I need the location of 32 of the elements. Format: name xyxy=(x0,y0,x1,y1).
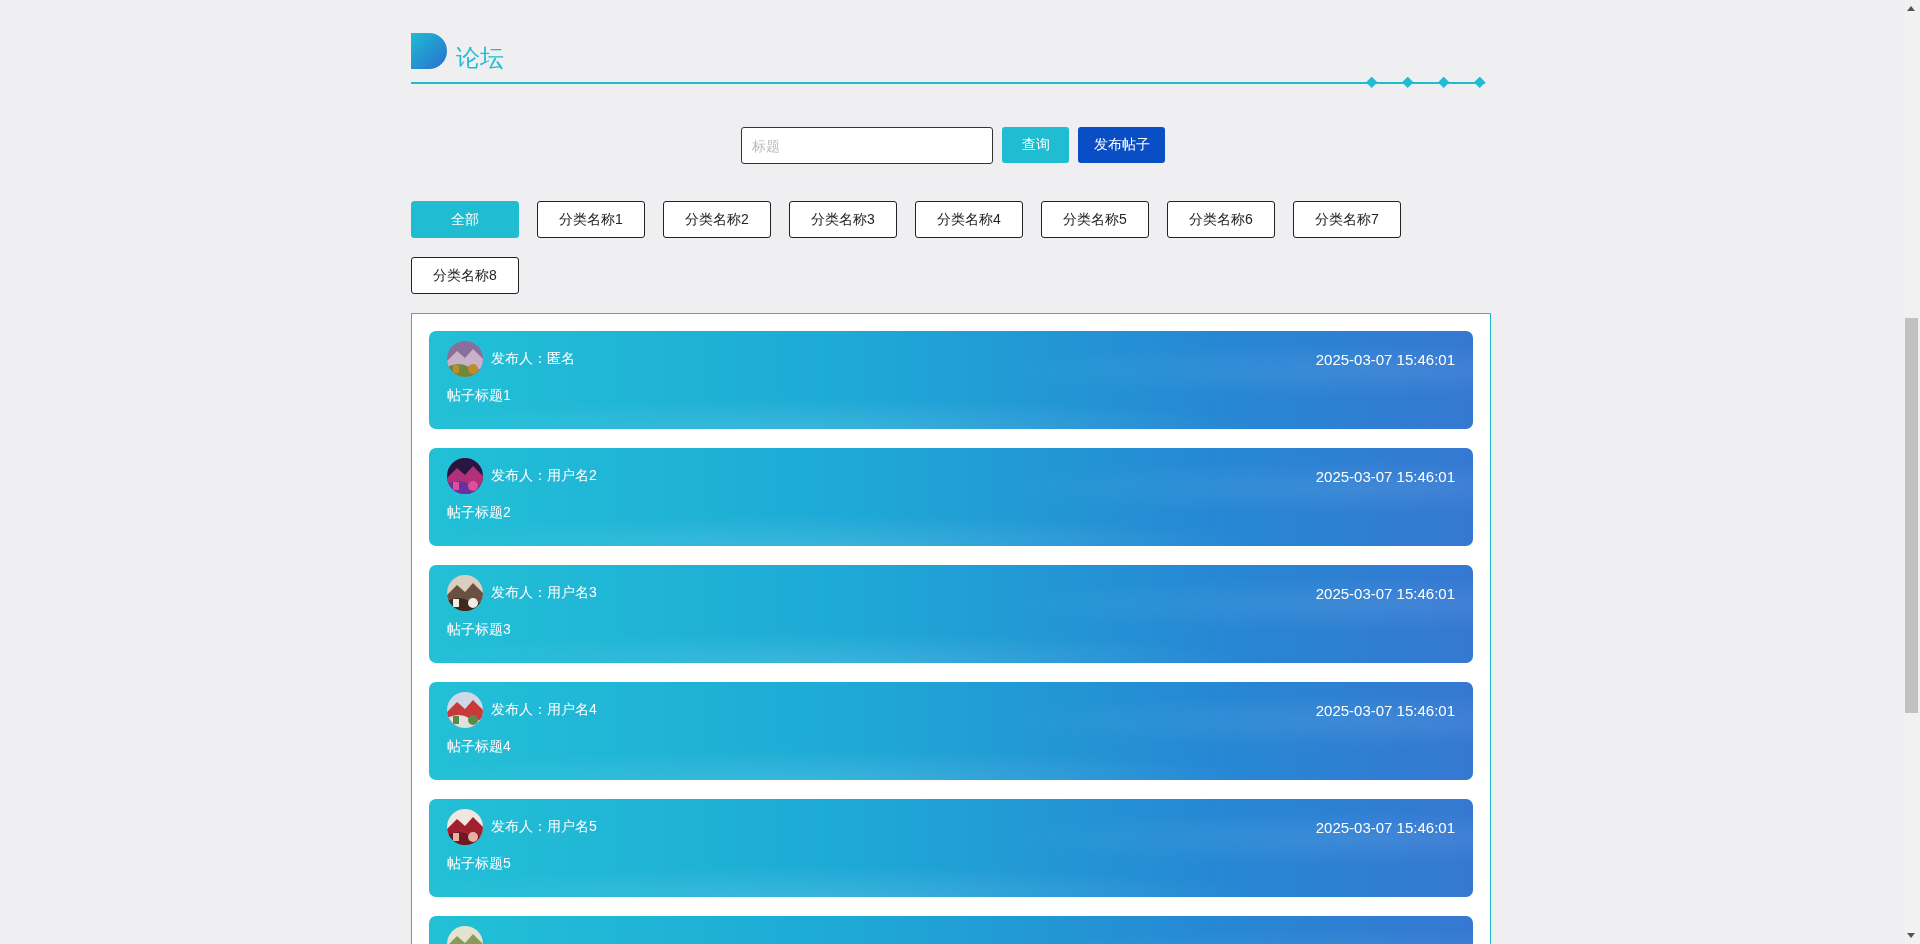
category-tab[interactable]: 分类名称4 xyxy=(915,201,1023,238)
post-time: 2025-03-07 15:46:01 xyxy=(1315,350,1455,368)
post-time: 2025-03-07 15:46:01 xyxy=(1315,701,1455,719)
post-time: 2025-03-07 15:46:01 xyxy=(1315,818,1455,836)
post-author: 发布人：匿名 xyxy=(491,350,575,368)
post-card[interactable]: 发布人：用户名5 2025-03-07 15:46:01 帖子标题5 xyxy=(429,799,1473,897)
post-author: 发布人：用户名3 xyxy=(491,584,597,602)
post-time: 2025-03-07 15:46:01 xyxy=(1315,467,1455,485)
logo-icon xyxy=(411,33,447,69)
post-title: 帖子标题2 xyxy=(447,504,512,522)
category-tab[interactable]: 分类名称2 xyxy=(663,201,771,238)
post-card[interactable]: 发布人：用户名3 2025-03-07 15:46:01 帖子标题3 xyxy=(429,565,1473,663)
post-card[interactable]: 发布人：用户名2 2025-03-07 15:46:01 帖子标题2 xyxy=(429,448,1473,546)
category-tab[interactable]: 分类名称3 xyxy=(789,201,897,238)
post-card[interactable]: 发布人：用户名4 2025-03-07 15:46:01 帖子标题4 xyxy=(429,682,1473,780)
post-author: 发布人：用户名5 xyxy=(491,818,597,836)
publish-post-button[interactable]: 发布帖子 xyxy=(1078,127,1165,163)
post-author: 发布人：用户名2 xyxy=(491,467,597,485)
post-title: 帖子标题3 xyxy=(447,621,512,639)
category-tab[interactable]: 分类名称6 xyxy=(1167,201,1275,238)
post-title: 帖子标题5 xyxy=(447,855,512,873)
category-tab[interactable]: 分类名称8 xyxy=(411,257,519,294)
search-field[interactable]: 标题 xyxy=(741,127,993,164)
category-tab[interactable]: 分类名称1 xyxy=(537,201,645,238)
category-tab[interactable]: 分类名称7 xyxy=(1293,201,1401,238)
page-title: 论坛 xyxy=(456,43,504,73)
category-tab[interactable]: 分类名称5 xyxy=(1041,201,1149,238)
post-title: 帖子标题4 xyxy=(447,738,512,756)
post-author: 发布人：用户名4 xyxy=(491,701,597,719)
post-time: 2025-03-07 15:46:01 xyxy=(1315,584,1455,602)
post-title: 帖子标题1 xyxy=(447,387,512,405)
post-card[interactable]: 发布人：匿名 2025-03-07 15:46:01 帖子标题1 xyxy=(429,331,1473,429)
